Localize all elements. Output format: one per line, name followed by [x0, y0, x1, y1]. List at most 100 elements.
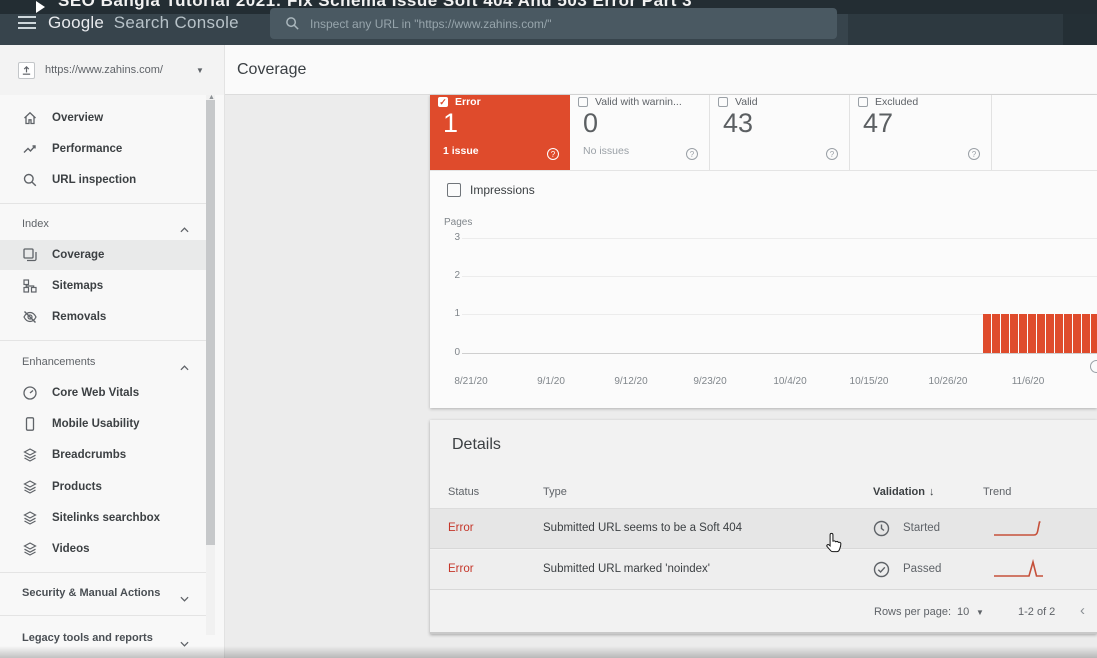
scroll-up-arrow-icon[interactable]: ▲: [208, 94, 215, 101]
sidebar-scrollbar-thumb[interactable]: [206, 100, 215, 545]
chevron-down-icon[interactable]: ▼: [196, 66, 204, 75]
help-icon[interactable]: ?: [968, 148, 980, 160]
sidebar-item-performance[interactable]: Performance: [0, 134, 206, 164]
sidebar-item-removals[interactable]: Removals: [0, 302, 206, 332]
chevron-down-icon: [180, 634, 189, 652]
app-logo[interactable]: Google Search Console: [48, 13, 239, 33]
checkbox-unchecked-icon[interactable]: [447, 183, 461, 197]
play-icon: [36, 1, 45, 13]
page-title: Coverage: [237, 61, 306, 79]
top-header-bar: SEO Bangla Tutorial 2021: Fix Schema Iss…: [0, 0, 1097, 45]
property-selector[interactable]: https://www.zahins.com/: [18, 45, 163, 95]
divider: [0, 615, 206, 616]
y-tick-label: 3: [438, 232, 460, 243]
checkbox-checked-icon[interactable]: ✓: [438, 97, 448, 107]
layers-icon: [22, 541, 38, 557]
card-label: Error: [455, 96, 481, 108]
url-inspect-searchbar[interactable]: [270, 8, 837, 39]
url-inspect-input[interactable]: [310, 17, 837, 31]
table-row[interactable]: Error Submitted URL marked 'noindex' Pas…: [430, 550, 1097, 590]
sidebar-item-label: Mobile Usability: [52, 418, 140, 430]
x-tick-label: 11/6/20: [1012, 376, 1045, 387]
sidebar-item-sitemaps[interactable]: Sitemaps: [0, 271, 206, 301]
checkbox-unchecked-icon[interactable]: [578, 97, 588, 107]
column-header-type[interactable]: Type: [543, 486, 567, 498]
card-value: 1: [443, 108, 458, 139]
divider: [0, 203, 206, 204]
y-tick-label: 0: [438, 347, 460, 358]
impressions-toggle[interactable]: Impressions: [447, 183, 535, 197]
type-cell: Submitted URL marked 'noindex': [543, 563, 710, 575]
x-axis-line: [462, 353, 1097, 354]
column-header-status[interactable]: Status: [448, 486, 479, 498]
layers-icon: [22, 479, 38, 495]
chevron-down-icon: [180, 589, 189, 607]
x-tick-label: 9/23/20: [693, 376, 726, 387]
sidebar-item-url-inspection[interactable]: URL inspection: [0, 165, 206, 195]
logo-google-text: Google: [48, 13, 104, 32]
sort-descending-icon: ↓: [929, 486, 935, 498]
error-bars-series[interactable]: [983, 314, 1097, 353]
divider: [430, 632, 1097, 634]
trend-sparkline: [993, 518, 1045, 545]
sidebar-item-label: URL inspection: [52, 174, 136, 186]
card-label: Valid: [735, 96, 758, 108]
column-header-validation[interactable]: Validation↓: [873, 486, 934, 498]
details-card: Details Status Type Validation↓ Trend Er…: [430, 420, 1097, 634]
sidebar-item-overview[interactable]: Overview: [0, 103, 206, 133]
y-tick-label: 2: [438, 270, 460, 281]
sidebar-item-core-web-vitals[interactable]: Core Web Vitals: [0, 378, 206, 408]
error-status-card[interactable]: ✓ Error 1 1 issue ?: [430, 95, 570, 170]
help-icon[interactable]: [1090, 360, 1097, 373]
sidebar-section-index[interactable]: Index: [0, 213, 206, 235]
sidebar-item-label: Breadcrumbs: [52, 449, 126, 461]
section-label: Security & Manual Actions: [22, 587, 160, 599]
checkbox-unchecked-icon[interactable]: [858, 97, 868, 107]
url-prefix-property-icon: [18, 62, 35, 79]
help-icon[interactable]: ?: [547, 148, 559, 160]
clock-icon: [873, 520, 890, 542]
card-value: 47: [863, 108, 893, 139]
search-icon: [22, 172, 38, 188]
help-icon[interactable]: ?: [826, 148, 838, 160]
excluded-card[interactable]: Excluded 47 ?: [850, 95, 992, 170]
coverage-icon: [22, 247, 38, 263]
impressions-label: Impressions: [470, 183, 535, 197]
card-subtext: No issues: [583, 145, 629, 157]
hamburger-menu-icon[interactable]: [18, 16, 36, 29]
valid-with-warnings-card[interactable]: Valid with warnin... 0 No issues ?: [570, 95, 710, 170]
sidebar-item-sitelinks-searchbox[interactable]: Sitelinks searchbox: [0, 503, 206, 533]
gridline: [462, 238, 1097, 239]
sidebar-item-mobile-usability[interactable]: Mobile Usability: [0, 409, 206, 439]
x-tick-label: 9/12/20: [614, 376, 647, 387]
help-icon[interactable]: ?: [686, 148, 698, 160]
status-cell: Error: [448, 522, 474, 534]
sidebar: Overview Performance URL inspection Inde…: [0, 95, 225, 658]
sidebar-section-enhancements[interactable]: Enhancements: [0, 351, 206, 373]
search-icon: [285, 16, 300, 31]
sitemaps-icon: [22, 278, 38, 294]
table-footer: Rows per page: 10 ▼ 1-2 of 2 ‹: [430, 590, 1097, 634]
chevron-down-icon[interactable]: ▼: [976, 608, 984, 617]
table-row[interactable]: Error Submitted URL seems to be a Soft 4…: [430, 509, 1097, 549]
sidebar-item-breadcrumbs[interactable]: Breadcrumbs: [0, 440, 206, 470]
trend-sparkline: [993, 559, 1045, 586]
valid-card[interactable]: Valid 43 ?: [710, 95, 850, 170]
details-title: Details: [452, 436, 501, 454]
removals-icon: [22, 309, 38, 325]
sidebar-item-videos[interactable]: Videos: [0, 534, 206, 564]
sidebar-item-products[interactable]: Products: [0, 472, 206, 502]
checkbox-unchecked-icon[interactable]: [718, 97, 728, 107]
validation-cell: Started: [903, 522, 940, 534]
sidebar-section-legacy-tools[interactable]: Legacy tools and reports: [0, 627, 206, 649]
column-header-trend[interactable]: Trend: [983, 486, 1011, 498]
previous-page-icon[interactable]: ‹: [1080, 602, 1085, 619]
rows-per-page-select[interactable]: 10: [957, 606, 969, 618]
pagination-range: 1-2 of 2: [1018, 606, 1055, 618]
sidebar-item-coverage[interactable]: Coverage: [0, 240, 206, 270]
card-label: Excluded: [875, 96, 918, 108]
sidebar-section-security-manual-actions[interactable]: Security & Manual Actions: [0, 582, 206, 604]
validation-cell: Passed: [903, 563, 941, 575]
chevron-up-icon: [180, 358, 189, 376]
logo-product-text: Search Console: [114, 13, 239, 32]
